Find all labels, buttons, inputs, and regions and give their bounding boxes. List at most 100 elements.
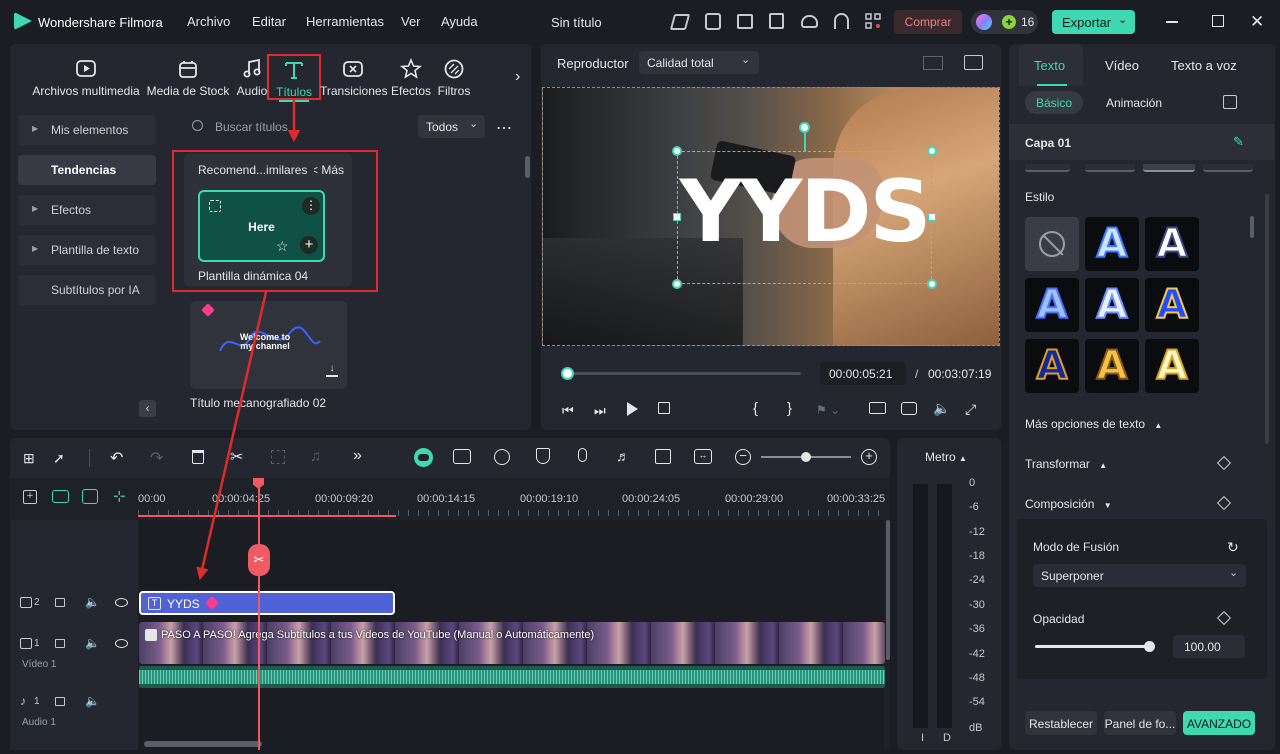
- inspector-scrollbar[interactable]: [1265, 194, 1269, 444]
- speaker-icon[interactable]: 🔈: [85, 694, 100, 708]
- redo-icon[interactable]: ↷: [150, 448, 163, 468]
- keyframe-diamond-icon[interactable]: [1216, 495, 1232, 511]
- track-manager-icon[interactable]: [82, 489, 98, 504]
- meter-toggle[interactable]: Metro ▲: [925, 450, 967, 464]
- tab-efectos[interactable]: Efectos: [390, 58, 432, 98]
- maximize-icon[interactable]: [1212, 15, 1224, 27]
- credits-pill[interactable]: + 16: [971, 10, 1038, 34]
- style-swatch[interactable]: A: [1025, 278, 1079, 332]
- zoom-in-icon[interactable]: +: [861, 449, 877, 465]
- add-to-timeline-icon[interactable]: +: [300, 236, 318, 254]
- audio-waveform[interactable]: [139, 666, 885, 688]
- split-scissors-icon[interactable]: ✂: [248, 544, 270, 576]
- templates-icon[interactable]: [705, 13, 721, 30]
- music-list-icon[interactable]: ♬: [616, 448, 630, 464]
- favorite-star-icon[interactable]: ☆: [276, 238, 289, 255]
- microphone-icon[interactable]: [578, 448, 587, 462]
- layout-grid-icon[interactable]: ⊞: [23, 450, 35, 467]
- headset-icon[interactable]: [834, 13, 849, 29]
- resize-handle[interactable]: [927, 279, 937, 289]
- mark-in-icon[interactable]: {: [753, 400, 758, 417]
- ai-edit-icon[interactable]: ✎: [1233, 134, 1244, 150]
- undo-icon[interactable]: ↶: [110, 448, 123, 468]
- template-card-mecanografiado-02[interactable]: Welcome to my channel ↓: [190, 301, 347, 389]
- time-ruler[interactable]: 00:00 00:00:04:25 00:00:09:20 00:00:14:1…: [138, 486, 885, 518]
- tab-texto-a-voz[interactable]: Texto a voz: [1171, 58, 1237, 73]
- align-center-icon[interactable]: [1085, 164, 1135, 172]
- waveform-view-icon[interactable]: [964, 55, 983, 70]
- opacity-slider-track[interactable]: [1035, 641, 1155, 652]
- ai-robot-icon[interactable]: [414, 448, 433, 467]
- sidebar-item-plantilla-de-texto[interactable]: ▶ Plantilla de texto: [18, 235, 156, 265]
- delete-icon[interactable]: [192, 450, 204, 464]
- download-icon[interactable]: ↓: [326, 364, 338, 377]
- filter-dropdown[interactable]: Todos ⌄: [418, 115, 485, 138]
- replace-clip-icon[interactable]: [655, 449, 671, 464]
- style-none-swatch[interactable]: [1025, 217, 1079, 271]
- link-icon[interactable]: [52, 490, 69, 503]
- cloud-icon[interactable]: [801, 15, 818, 28]
- tab-video[interactable]: Vídeo: [1105, 58, 1139, 73]
- select-tool-icon[interactable]: ➚: [53, 450, 65, 467]
- title-clip[interactable]: T YYDS: [139, 591, 395, 615]
- render-icon[interactable]: [453, 449, 471, 464]
- tab-titulos[interactable]: Títulos: [267, 54, 321, 100]
- align-left-icon[interactable]: [1025, 164, 1070, 172]
- menu-ver[interactable]: Ver: [401, 14, 421, 29]
- more-options-icon[interactable]: ⋯: [496, 118, 513, 138]
- menu-herramientas[interactable]: Herramientas: [306, 14, 384, 29]
- playback-progress-knob[interactable]: [560, 367, 574, 380]
- menu-editar[interactable]: Editar: [252, 14, 286, 29]
- reset-icon[interactable]: ↻: [1227, 539, 1239, 556]
- align-justify-icon[interactable]: [1143, 164, 1195, 172]
- display-icon[interactable]: [869, 402, 886, 414]
- style-scrollbar[interactable]: [1250, 216, 1254, 238]
- composition-section[interactable]: Composición ▼: [1025, 497, 1112, 511]
- tab-texto[interactable]: Texto: [1019, 44, 1083, 86]
- lock-icon[interactable]: [55, 697, 65, 706]
- keyframe-diamond-icon[interactable]: [1216, 455, 1232, 471]
- side-handle[interactable]: [673, 213, 681, 221]
- lock-icon[interactable]: [55, 598, 65, 607]
- blend-mode-dropdown[interactable]: Superponer ⌄: [1033, 564, 1246, 587]
- crop-icon[interactable]: [271, 450, 285, 464]
- shield-icon[interactable]: [536, 448, 550, 464]
- sidebar-item-subtitulos-por-ia[interactable]: Subtítulos por IA: [18, 275, 156, 305]
- zoom-out-icon[interactable]: −: [735, 449, 751, 465]
- resize-handle[interactable]: [672, 279, 682, 289]
- tab-archivos-multimedia[interactable]: Archivos multimedia: [30, 58, 142, 98]
- subtab-animacion[interactable]: Animación: [1106, 96, 1162, 110]
- close-icon[interactable]: ✕: [1250, 12, 1264, 32]
- opacity-value-input[interactable]: 100.00: [1173, 635, 1245, 658]
- snap-icon[interactable]: ⊹: [113, 487, 126, 505]
- style-swatch[interactable]: A: [1085, 278, 1139, 332]
- timeline-horizontal-scrollbar[interactable]: [144, 741, 262, 747]
- more-text-options[interactable]: Más opciones de texto ▲: [1025, 417, 1162, 431]
- eye-icon[interactable]: [115, 639, 128, 648]
- mark-out-icon[interactable]: }: [787, 400, 792, 417]
- advanced-button[interactable]: AVANZADO: [1183, 711, 1255, 735]
- menu-ayuda[interactable]: Ayuda: [441, 14, 478, 29]
- side-handle[interactable]: [928, 213, 936, 221]
- video-preview[interactable]: YYDS: [542, 87, 1000, 346]
- tabs-next-icon[interactable]: ›: [515, 68, 520, 86]
- speed-icon[interactable]: [494, 449, 510, 465]
- zoom-slider-knob[interactable]: [801, 452, 811, 462]
- rotate-handle[interactable]: [799, 122, 810, 133]
- eye-icon[interactable]: [115, 598, 128, 607]
- recommend-more-link[interactable]: Más >: [314, 163, 344, 177]
- export-button[interactable]: Exportar ⌄: [1052, 10, 1135, 34]
- sidebar-item-efectos[interactable]: ▶ Efectos: [18, 195, 156, 225]
- resize-handle[interactable]: [927, 146, 937, 156]
- speaker-icon[interactable]: 🔈: [85, 595, 100, 609]
- play-icon[interactable]: [627, 402, 638, 416]
- collapse-sidebar-button[interactable]: ‹: [139, 400, 156, 417]
- subtab-basico[interactable]: Básico: [1025, 91, 1083, 114]
- apps-grid-icon[interactable]: [865, 13, 881, 29]
- previous-frame-icon[interactable]: ⏮: [562, 403, 574, 419]
- lock-icon[interactable]: [55, 639, 65, 648]
- reset-button[interactable]: Restablecer: [1025, 711, 1097, 735]
- next-frame-icon[interactable]: ⏭: [594, 403, 606, 419]
- minimize-icon[interactable]: [1166, 21, 1178, 23]
- align-right-icon[interactable]: [1203, 164, 1253, 172]
